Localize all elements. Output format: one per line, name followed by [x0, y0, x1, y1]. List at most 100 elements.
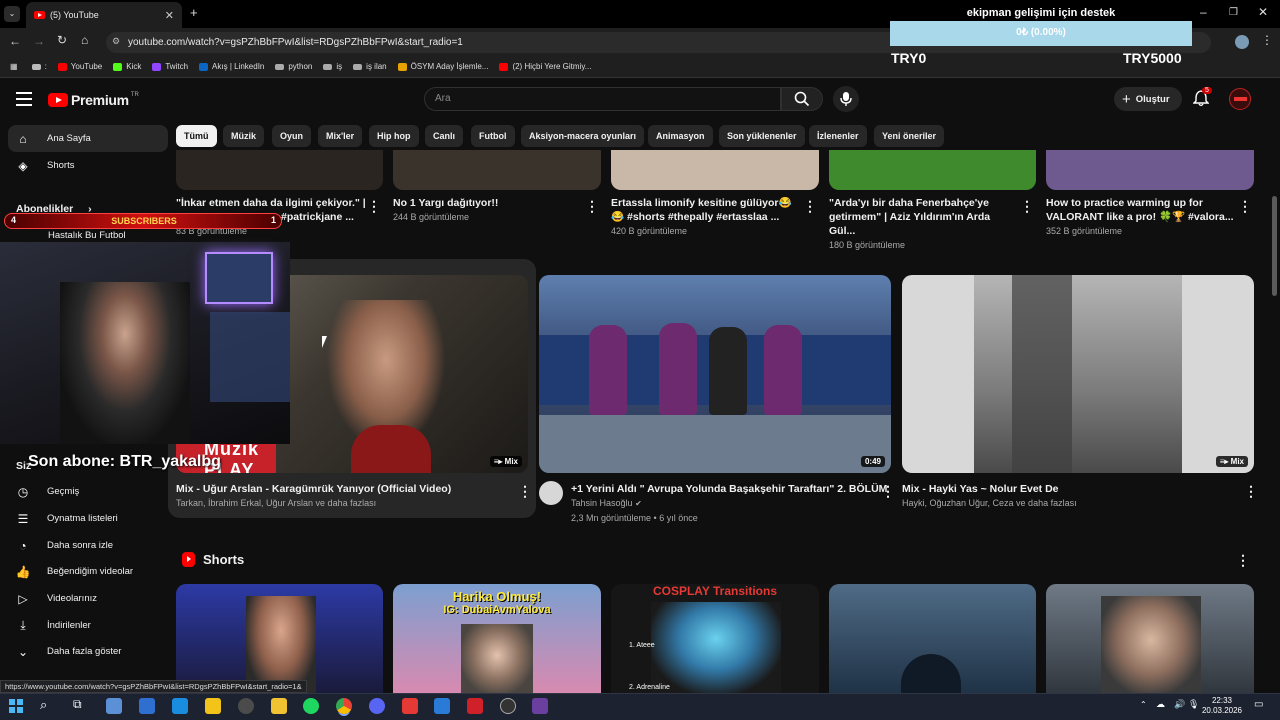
- bookmark-folder-is-ilan[interactable]: iş ilan: [353, 62, 387, 71]
- browser-tab-youtube[interactable]: (5) YouTube ✕: [26, 2, 182, 28]
- taskbar-app-mail-icon[interactable]: [434, 698, 450, 714]
- video-info[interactable]: No 1 Yargı dağıtıyor!! 244 B görüntüleme: [393, 196, 583, 224]
- taskbar-app-discord-icon[interactable]: [369, 698, 385, 714]
- more-options-icon[interactable]: ⋮: [881, 483, 895, 500]
- chip-music[interactable]: Müzik: [223, 125, 265, 147]
- video-thumbnail[interactable]: [176, 150, 383, 190]
- sidebar-item-your-videos[interactable]: ▷ Videolarınız: [8, 585, 168, 612]
- chip-new-to-you[interactable]: Yeni öneriler: [874, 125, 945, 147]
- video-info[interactable]: Mix - Hayki Yas ~ Nolur Evet De Hayki, O…: [902, 482, 1237, 510]
- taskbar-app-vscode-icon[interactable]: [172, 698, 188, 714]
- maximize-button[interactable]: ❐: [1229, 7, 1238, 18]
- chip-recently-uploaded[interactable]: Son yüklenenler: [719, 125, 805, 147]
- taskbar-app-red-icon[interactable]: [402, 698, 418, 714]
- home-icon[interactable]: ⌂: [81, 33, 88, 47]
- taskbar-app-calculator-icon[interactable]: [106, 698, 122, 714]
- taskbar-app-purple-icon[interactable]: [532, 698, 548, 714]
- chip-action-adventure[interactable]: Aksiyon-macera oyunları: [521, 125, 645, 147]
- account-avatar[interactable]: [1229, 88, 1251, 110]
- create-button[interactable]: + Oluştur: [1114, 87, 1182, 111]
- shorts-more-options-icon[interactable]: ⋮: [1236, 552, 1250, 569]
- bookmark-linkedin[interactable]: Akış | LinkedIn: [199, 62, 264, 71]
- video-info[interactable]: How to practice warming up for VALORANT …: [1046, 196, 1236, 238]
- taskbar-app-tools-icon[interactable]: [467, 698, 483, 714]
- site-info-icon[interactable]: ⚙: [112, 36, 120, 47]
- video-info[interactable]: Mix - Uğur Arslan - Karagümrük Yanıyor (…: [176, 482, 511, 510]
- forward-arrow-icon[interactable]: →: [33, 34, 45, 48]
- close-window-button[interactable]: ✕: [1258, 5, 1268, 19]
- youtube-premium-logo[interactable]: Premium TR: [48, 92, 139, 108]
- chip-live[interactable]: Canlı: [425, 125, 464, 147]
- voice-search-button[interactable]: [833, 86, 859, 112]
- chip-mixes[interactable]: Mix'ler: [318, 125, 363, 147]
- chip-gaming[interactable]: Oyun: [272, 125, 312, 147]
- tray-cloud-icon[interactable]: ☁: [1156, 699, 1165, 710]
- more-options-icon[interactable]: ⋮: [1244, 483, 1258, 500]
- search-button[interactable]: [781, 87, 823, 111]
- chip-all[interactable]: Tümü: [176, 125, 217, 147]
- sidebar-item-show-more[interactable]: ⌄ Daha fazla göster: [8, 638, 168, 665]
- sidebar-item-playlists[interactable]: ☰ Oynatma listeleri: [8, 505, 168, 532]
- taskbar-app-chrome-icon[interactable]: [336, 698, 352, 714]
- minimize-button[interactable]: –: [1200, 5, 1207, 19]
- taskbar-app-chatgpt-icon[interactable]: [238, 698, 254, 714]
- chip-football[interactable]: Futbol: [471, 125, 515, 147]
- video-thumbnail-mix-hayki[interactable]: ≡▸ Mix: [902, 275, 1254, 473]
- more-options-icon[interactable]: ⋮: [518, 483, 532, 500]
- taskbar-app-explorer-icon[interactable]: [271, 698, 287, 714]
- video-thumbnail[interactable]: [611, 150, 819, 190]
- short-thumbnail[interactable]: [176, 584, 383, 694]
- page-scrollbar[interactable]: [1272, 196, 1277, 296]
- video-info[interactable]: "Arda'yı bir daha Fenerbahçe'ye getirmem…: [829, 196, 1019, 252]
- taskbar-app-vs-icon[interactable]: [139, 698, 155, 714]
- video-thumbnail[interactable]: [393, 150, 601, 190]
- sidebar-item-downloads[interactable]: ⤓ İndirilenler: [8, 612, 168, 639]
- task-view-icon[interactable]: ⧉: [73, 697, 82, 712]
- bookmark-hicbi[interactable]: (2) Hiçbi Yere Gitmiy...: [499, 62, 591, 71]
- short-thumbnail[interactable]: COSPLAY Transitions 1. Ateee 2. Adrenali…: [611, 584, 819, 694]
- video-thumbnail[interactable]: [829, 150, 1036, 190]
- taskbar-app-obs-icon[interactable]: [500, 698, 516, 714]
- bookmark-twitch[interactable]: Twitch: [152, 62, 188, 71]
- new-tab-button[interactable]: +: [190, 5, 198, 20]
- windows-start-icon[interactable]: [9, 699, 23, 713]
- back-arrow-icon[interactable]: ←: [9, 34, 21, 48]
- tray-volume-icon[interactable]: 🔊: [1174, 699, 1185, 710]
- more-options-icon[interactable]: ⋮: [1238, 198, 1252, 215]
- sidebar-item-shorts[interactable]: ◈ Shorts: [8, 152, 168, 179]
- bookmark-folder-is[interactable]: iş: [323, 62, 342, 71]
- sidebar-item-history[interactable]: ◷ Geçmiş: [8, 478, 168, 505]
- video-thumbnail-basaksehir[interactable]: 0:49: [539, 275, 891, 473]
- short-thumbnail[interactable]: [829, 584, 1036, 694]
- channel-avatar[interactable]: [539, 481, 563, 505]
- taskbar-app-spotify-icon[interactable]: [303, 698, 319, 714]
- bookmark-youtube[interactable]: YouTube: [57, 62, 102, 71]
- notifications-button[interactable]: 5: [1192, 87, 1212, 110]
- video-info[interactable]: Ertassla limonify kesitine gülüyor😂 😂 #s…: [611, 196, 806, 238]
- tray-mic-icon[interactable]: 🎙: [1188, 699, 1199, 710]
- tab-search-button[interactable]: ⌄: [4, 6, 20, 22]
- hamburger-menu-icon[interactable]: [16, 92, 32, 106]
- more-options-icon[interactable]: ⋮: [1020, 198, 1034, 215]
- chip-watched[interactable]: İzlenenler: [809, 125, 867, 147]
- bookmark-folder-python[interactable]: python: [275, 62, 312, 71]
- browser-menu-icon[interactable]: ⋮: [1261, 33, 1273, 47]
- short-thumbnail[interactable]: Harika Olmuş! IG: DubaiAvmYalova: [393, 584, 601, 694]
- reload-icon[interactable]: ↻: [57, 33, 67, 47]
- tray-chevron-up-icon[interactable]: ⌃: [1140, 700, 1147, 709]
- more-options-icon[interactable]: ⋮: [585, 198, 599, 215]
- bookmark-folder-blank[interactable]: :: [31, 62, 47, 71]
- tab-close-icon[interactable]: ✕: [165, 9, 174, 22]
- sidebar-item-liked[interactable]: 👍 Beğendiğim videolar: [8, 558, 168, 585]
- taskbar-search-icon[interactable]: ⌕: [40, 697, 47, 713]
- taskbar-clock[interactable]: 22:33 20.03.2026: [1200, 696, 1244, 716]
- bookmark-osym[interactable]: ÖSYM Aday İşlemle...: [397, 62, 488, 71]
- chip-hiphop[interactable]: Hip hop: [369, 125, 419, 147]
- profile-avatar[interactable]: [1235, 35, 1249, 49]
- video-info[interactable]: +1 Yerini Aldı " Avrupa Yolunda Başakşeh…: [571, 482, 887, 525]
- sidebar-item-watch-later[interactable]: ◔ Daha sonra izle: [8, 532, 168, 559]
- notification-center-icon[interactable]: ▭: [1254, 699, 1263, 710]
- video-thumbnail[interactable]: [1046, 150, 1254, 190]
- apps-grid-icon[interactable]: ▦: [10, 62, 18, 71]
- sidebar-subscription-item[interactable]: Hastalık Bu Futbol: [48, 230, 126, 241]
